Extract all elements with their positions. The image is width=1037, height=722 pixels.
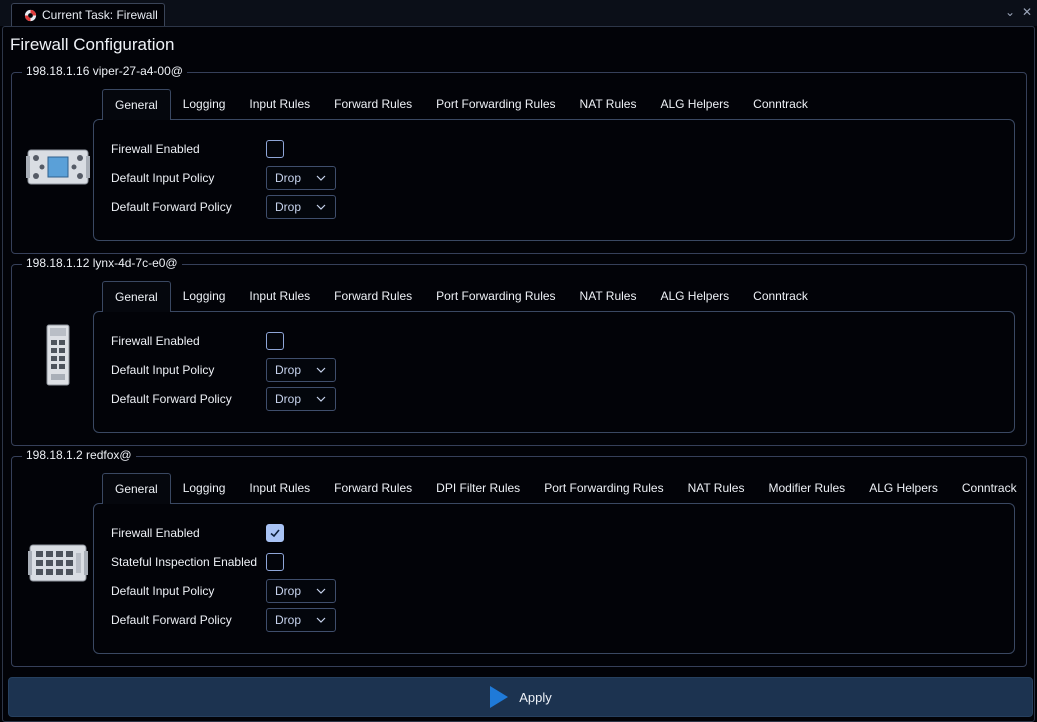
firewall-enabled-checkbox[interactable] (266, 140, 284, 158)
tab-alg-helpers[interactable]: ALG Helpers (648, 281, 741, 311)
firewall-enabled-row: Firewall Enabled (111, 137, 284, 161)
firewall-enabled-label: Firewall Enabled (111, 334, 200, 348)
forward-policy-dropdown[interactable]: Drop (266, 387, 336, 411)
chevron-down-icon[interactable]: ⌄ (1004, 6, 1016, 18)
general-panel: Firewall Enabled Stateful Inspection Ena… (93, 503, 1015, 654)
chevron-down-icon (316, 175, 326, 181)
chevron-down-icon (316, 588, 326, 594)
tab-forward-rules[interactable]: Forward Rules (322, 281, 424, 311)
tab-conntrack[interactable]: Conntrack (741, 89, 820, 119)
tab-port-forwarding-rules[interactable]: Port Forwarding Rules (532, 473, 675, 503)
viper-device-icon (26, 149, 90, 185)
forward-policy-label: Default Forward Policy (111, 392, 232, 406)
tab-dpi-filter-rules[interactable]: DPI Filter Rules (424, 473, 532, 503)
firewall-enabled-label: Firewall Enabled (111, 142, 200, 156)
close-icon[interactable]: ✕ (1021, 6, 1033, 18)
tab-nat-rules[interactable]: NAT Rules (568, 89, 649, 119)
tab-general[interactable]: General (102, 281, 171, 312)
tab-logging[interactable]: Logging (171, 89, 238, 119)
forward-policy-row: Default Forward Policy Drop (111, 195, 336, 219)
device-tab-row: General Logging Input Rules Forward Rule… (102, 89, 820, 120)
forward-policy-value: Drop (275, 392, 302, 406)
tab-alg-helpers[interactable]: ALG Helpers (857, 473, 950, 503)
stateful-inspection-label: Stateful Inspection Enabled (111, 555, 258, 569)
input-policy-row: Default Input Policy Drop (111, 358, 336, 382)
tab-current-task[interactable]: Current Task: Firewall (11, 3, 165, 26)
tab-conntrack[interactable]: Conntrack (741, 281, 820, 311)
document-tab-bar: Current Task: Firewall ⌄ ✕ (0, 0, 1037, 26)
device-legend: 198.18.1.12 lynx-4d-7c-e0@ (22, 256, 182, 270)
input-policy-label: Default Input Policy (111, 584, 215, 598)
general-panel: Firewall Enabled Default Input Policy Dr… (93, 311, 1015, 433)
input-policy-row: Default Input Policy Drop (111, 166, 336, 190)
input-policy-row: Default Input Policy Drop (111, 579, 336, 603)
page-title: Firewall Configuration (10, 35, 175, 54)
forward-policy-value: Drop (275, 200, 302, 214)
forward-policy-dropdown[interactable]: Drop (266, 195, 336, 219)
tab-title: Current Task: Firewall (42, 8, 158, 22)
tab-input-rules[interactable]: Input Rules (237, 89, 322, 119)
input-policy-label: Default Input Policy (111, 363, 215, 377)
firewall-enabled-row: Firewall Enabled (111, 329, 284, 353)
input-policy-value: Drop (275, 363, 302, 377)
redfox-device-icon (28, 544, 88, 582)
firewall-enabled-checkbox[interactable] (266, 524, 284, 542)
input-policy-dropdown[interactable]: Drop (266, 358, 336, 382)
input-policy-label: Default Input Policy (111, 171, 215, 185)
tab-alg-helpers[interactable]: ALG Helpers (648, 89, 741, 119)
stateful-inspection-checkbox[interactable] (266, 553, 284, 571)
tab-general[interactable]: General (102, 89, 171, 120)
general-panel: Firewall Enabled Default Input Policy Dr… (93, 119, 1015, 241)
forward-policy-dropdown[interactable]: Drop (266, 608, 336, 632)
tab-logging[interactable]: Logging (171, 281, 238, 311)
apply-label: Apply (519, 689, 552, 705)
device-tab-row: General Logging Input Rules Forward Rule… (102, 473, 1029, 504)
device-legend: 198.18.1.2 redfox@ (22, 448, 136, 462)
tab-port-forwarding-rules[interactable]: Port Forwarding Rules (424, 89, 567, 119)
tab-forward-rules[interactable]: Forward Rules (322, 89, 424, 119)
chevron-down-icon (316, 204, 326, 210)
input-policy-dropdown[interactable]: Drop (266, 579, 336, 603)
forward-policy-value: Drop (275, 613, 302, 627)
tab-input-rules[interactable]: Input Rules (237, 281, 322, 311)
device-group-redfox: 198.18.1.2 redfox@ General Logging Input… (11, 448, 1029, 667)
stateful-inspection-row: Stateful Inspection Enabled (111, 550, 284, 574)
forward-policy-row: Default Forward Policy Drop (111, 608, 336, 632)
chevron-down-icon (316, 396, 326, 402)
tab-modifier-rules[interactable]: Modifier Rules (756, 473, 857, 503)
play-icon (490, 686, 509, 708)
tab-nat-rules[interactable]: NAT Rules (676, 473, 757, 503)
forward-policy-row: Default Forward Policy Drop (111, 387, 336, 411)
input-policy-value: Drop (275, 171, 302, 185)
device-group-lynx: 198.18.1.12 lynx-4d-7c-e0@ General Loggi… (11, 256, 1027, 446)
device-legend: 198.18.1.16 viper-27-a4-00@ (22, 64, 187, 78)
forward-policy-label: Default Forward Policy (111, 613, 232, 627)
tab-general[interactable]: General (102, 473, 171, 504)
firewall-enabled-checkbox[interactable] (266, 332, 284, 350)
tab-logging[interactable]: Logging (171, 473, 238, 503)
tab-nat-rules[interactable]: NAT Rules (568, 281, 649, 311)
device-group-viper: 198.18.1.16 viper-27-a4-00@ General Logg… (11, 64, 1027, 254)
input-policy-dropdown[interactable]: Drop (266, 166, 336, 190)
checkmark-icon (270, 529, 280, 538)
tab-input-rules[interactable]: Input Rules (237, 473, 322, 503)
forward-policy-label: Default Forward Policy (111, 200, 232, 214)
input-policy-value: Drop (275, 584, 302, 598)
device-tab-row: General Logging Input Rules Forward Rule… (102, 281, 820, 312)
chevron-down-icon (316, 617, 326, 623)
firewall-enabled-row: Firewall Enabled (111, 521, 284, 545)
lynx-device-icon (46, 324, 70, 386)
chevron-down-icon (316, 367, 326, 373)
firewall-enabled-label: Firewall Enabled (111, 526, 200, 540)
tab-conntrack[interactable]: Conntrack (950, 473, 1029, 503)
window-controls: ⌄ ✕ (1004, 6, 1033, 18)
tab-port-forwarding-rules[interactable]: Port Forwarding Rules (424, 281, 567, 311)
tab-forward-rules[interactable]: Forward Rules (322, 473, 424, 503)
apply-button[interactable]: Apply (8, 677, 1033, 717)
lifebuoy-icon (24, 9, 37, 21)
